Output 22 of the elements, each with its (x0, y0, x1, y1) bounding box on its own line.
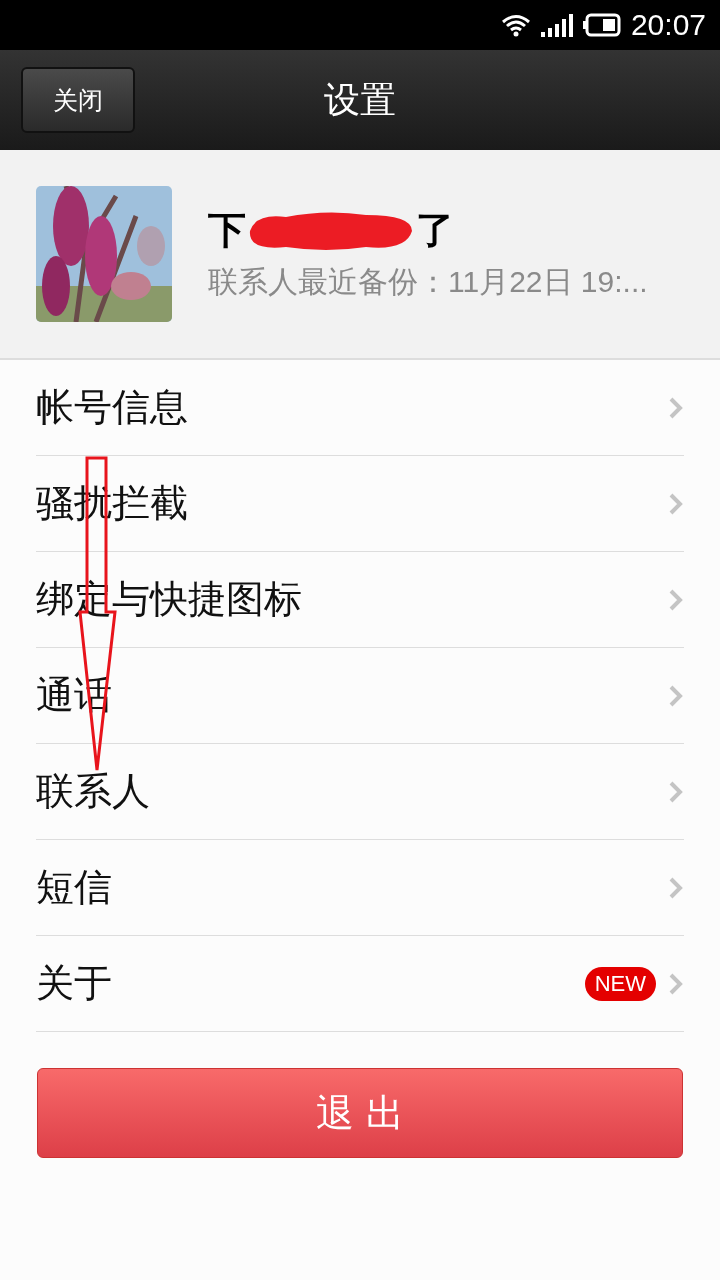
user-name-end: 了 (416, 207, 454, 254)
user-name-start: 下 (208, 207, 246, 254)
signal-icon (540, 13, 573, 37)
wifi-icon (500, 13, 531, 37)
chevron-icon (668, 875, 684, 900)
page-title: 设置 (324, 77, 396, 122)
chevron-icon (668, 971, 684, 996)
chevron-icon (668, 587, 684, 612)
logout-button[interactable]: 退 出 (37, 1068, 683, 1158)
chevron-icon (668, 395, 684, 420)
menu-item[interactable]: 帐号信息 (36, 382, 668, 433)
battery-icon (582, 13, 621, 37)
backup-status: 联系人最近备份：11月22日 19:... (208, 264, 648, 300)
menu-item[interactable]: 关于 (36, 958, 585, 1009)
chevron-icon (668, 683, 684, 708)
menu-item[interactable]: 联系人 (36, 766, 668, 817)
clock: 20:07 (630, 8, 706, 42)
new-badge: NEW (584, 966, 656, 1001)
close-button[interactable]: 关闭 (21, 67, 135, 133)
chevron-icon (668, 779, 684, 804)
menu-item[interactable]: 短信 (36, 862, 668, 913)
chevron-icon (668, 491, 684, 516)
